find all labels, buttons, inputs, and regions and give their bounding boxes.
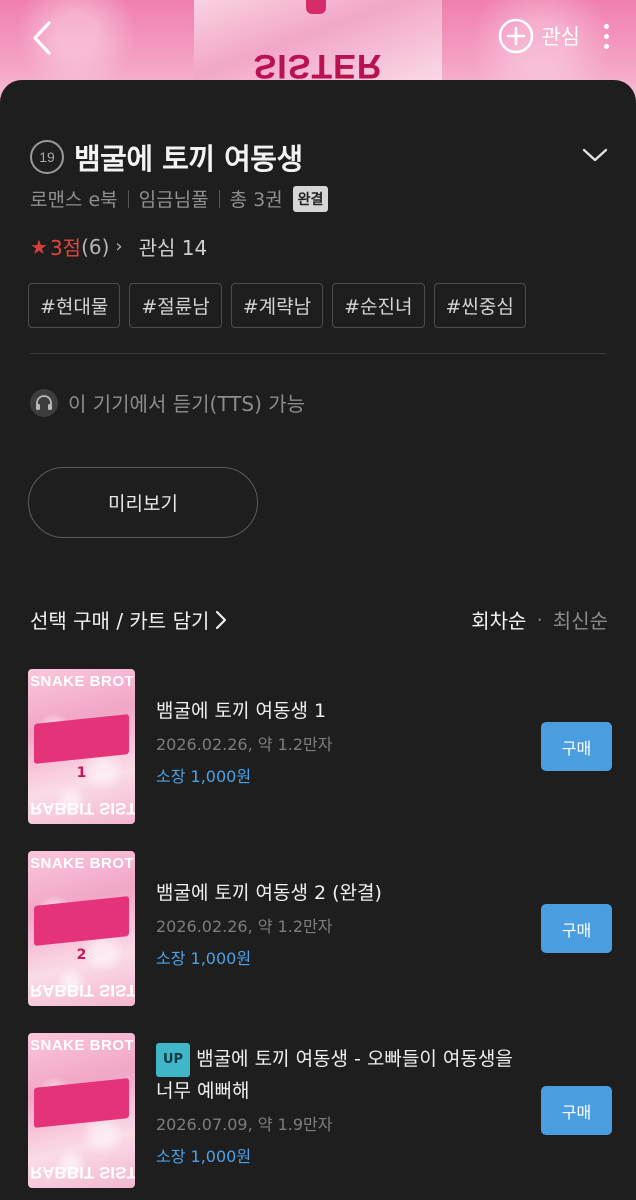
divider — [218, 189, 220, 208]
episode-price: 소장 1,000원 — [156, 1147, 252, 1166]
chevron-right-icon: › — [115, 236, 123, 257]
author-label[interactable]: 임금님풀 — [139, 185, 209, 212]
kebab-dot — [603, 23, 609, 29]
thumb-top-text: SNAKE BROTHER — [30, 855, 135, 872]
genre-label[interactable]: 로맨스 e북 — [30, 185, 118, 212]
chevron-down-icon — [582, 148, 608, 162]
buy-button[interactable]: 구매 — [541, 722, 612, 771]
tag-chip[interactable]: #절륜남 — [129, 283, 222, 328]
thumb-bottom-text: RABBIT SISTER — [30, 1163, 135, 1182]
sort-episode-order[interactable]: 회차순 — [471, 605, 526, 634]
thumb-number: 2 — [76, 947, 87, 963]
thumb-number: 1 — [76, 765, 87, 781]
kebab-dot — [603, 43, 609, 49]
episode-title-text: 뱀굴에 토끼 여동생 - 오빠들이 여동생을 너무 예뻐해 — [156, 1048, 513, 1102]
tag-chip[interactable]: #씬중심 — [433, 283, 526, 328]
episode-thumbnail[interactable]: SNAKE BROTHER RABBIT SISTER — [28, 1033, 135, 1188]
tag-chip[interactable]: #계략남 — [230, 283, 324, 328]
more-menu-button[interactable] — [594, 16, 618, 56]
list-header: 선택 구매 / 카트 담기 회차순 · 최신순 — [30, 605, 608, 634]
episode-title: 뱀굴에 토끼 여동생 2 (완결) — [156, 882, 382, 904]
topbar-actions: 관심 — [497, 14, 618, 58]
episode-date: 2026.07.09, 약 1.9만자 — [156, 1115, 333, 1134]
episode-row[interactable]: SNAKE BROTHER RABBIT SISTER UP뱀굴에 토끼 여동생… — [0, 1033, 636, 1200]
detail-panel: 19 뱀굴에 토끼 여동생 로맨스 e북 임금님풀 총 3권 완결 ★ 3점 (… — [0, 80, 636, 1200]
episode-thumbnail[interactable]: SNAKE BROTHER 2 RABBIT SISTER — [28, 851, 135, 1006]
tts-info: 이 기기에서 듣기(TTS) 가능 — [30, 388, 305, 417]
star-icon: ★ — [30, 234, 48, 259]
buy-button[interactable]: 구매 — [541, 904, 612, 953]
thumb-title-band — [34, 896, 129, 946]
episode-title: UP 뱀굴에 토끼 여동생 - 오빠들이 여동생을 너무 예뻐해 — [156, 1043, 516, 1105]
title-row: 19 뱀굴에 토끼 여동생 — [30, 136, 614, 178]
section-divider — [30, 353, 606, 354]
episode-row[interactable]: SNAKE BROTHER 2 RABBIT SISTER 뱀굴에 토끼 여동생… — [0, 851, 636, 1033]
episode-title: 뱀굴에 토끼 여동생 1 — [156, 700, 327, 722]
select-buy-label: 선택 구매 / 카트 담기 — [30, 609, 210, 633]
episode-info: UP 뱀굴에 토끼 여동생 - 오빠들이 여동생을 너무 예뻐해 2026.07.… — [156, 1043, 516, 1167]
sort-options: 회차순 · 최신순 — [471, 605, 608, 634]
volume-count: 총 3권 — [229, 189, 283, 211]
headphones-icon — [30, 388, 58, 417]
episode-date: 2026.02.26, 약 1.2만자 — [156, 917, 333, 936]
select-buy-link[interactable]: 선택 구매 / 카트 담기 — [30, 605, 227, 634]
rating-row[interactable]: ★ 3점 (6) › 관심 14 — [30, 232, 207, 261]
interest-label: 관심 — [541, 25, 580, 49]
tts-text: 이 기기에서 듣기(TTS) 가능 — [68, 392, 306, 416]
episode-date: 2026.02.26, 약 1.2만자 — [156, 735, 333, 754]
interest-count: 관심 14 — [138, 236, 208, 260]
divider — [127, 189, 129, 208]
add-interest-button[interactable]: 관심 — [497, 17, 580, 55]
thumb-top-text: SNAKE BROTHER — [30, 1037, 135, 1054]
episode-price: 소장 1,000원 — [156, 767, 252, 786]
episode-list: SNAKE BROTHER 1 RABBIT SISTER 뱀굴에 토끼 여동생… — [0, 669, 636, 1200]
thumb-bottom-text: RABBIT SISTER — [30, 799, 135, 818]
thumb-top-text: SNAKE BROTHER — [30, 673, 135, 690]
tag-chip[interactable]: #순진녀 — [332, 283, 425, 328]
age-rating-badge: 19 — [30, 140, 64, 174]
buy-button[interactable]: 구매 — [541, 1086, 612, 1135]
back-icon — [33, 21, 51, 55]
thumb-bottom-text: RABBIT SISTER — [30, 981, 135, 1000]
status-badge: 완결 — [292, 185, 329, 212]
tag-list: #현대물 #절륜남 #계략남 #순진녀 #씬중심 — [28, 283, 526, 328]
cover-mark — [306, 0, 326, 14]
chevron-right-icon — [216, 610, 227, 629]
thumb-title-band — [34, 714, 129, 764]
plus-circle-icon — [499, 18, 534, 54]
up-badge: UP — [156, 1043, 191, 1077]
thumb-title-band — [34, 1078, 129, 1128]
rating-score: 3점 — [49, 236, 82, 260]
episode-info: 뱀굴에 토끼 여동생 2 (완결) 2026.02.26, 약 1.2만자 소장… — [156, 879, 516, 969]
back-button[interactable] — [22, 16, 62, 60]
preview-button[interactable]: 미리보기 — [28, 467, 258, 538]
kebab-dot — [603, 33, 609, 39]
episode-info: 뱀굴에 토끼 여동생 1 2026.02.26, 약 1.2만자 소장 1,00… — [156, 697, 516, 787]
episode-price: 소장 1,000원 — [156, 949, 252, 968]
page-title: 뱀굴에 토끼 여동생 — [74, 142, 303, 176]
expand-button[interactable] — [582, 147, 608, 167]
sort-separator: · — [536, 607, 543, 632]
sort-latest[interactable]: 최신순 — [553, 605, 608, 634]
rating-count: (6) — [81, 234, 110, 259]
episode-row[interactable]: SNAKE BROTHER 1 RABBIT SISTER 뱀굴에 토끼 여동생… — [0, 669, 636, 851]
meta-row: 로맨스 e북 임금님풀 총 3권 완결 — [30, 185, 329, 212]
episode-thumbnail[interactable]: SNAKE BROTHER 1 RABBIT SISTER — [28, 669, 135, 824]
tag-chip[interactable]: #현대물 — [28, 283, 121, 328]
